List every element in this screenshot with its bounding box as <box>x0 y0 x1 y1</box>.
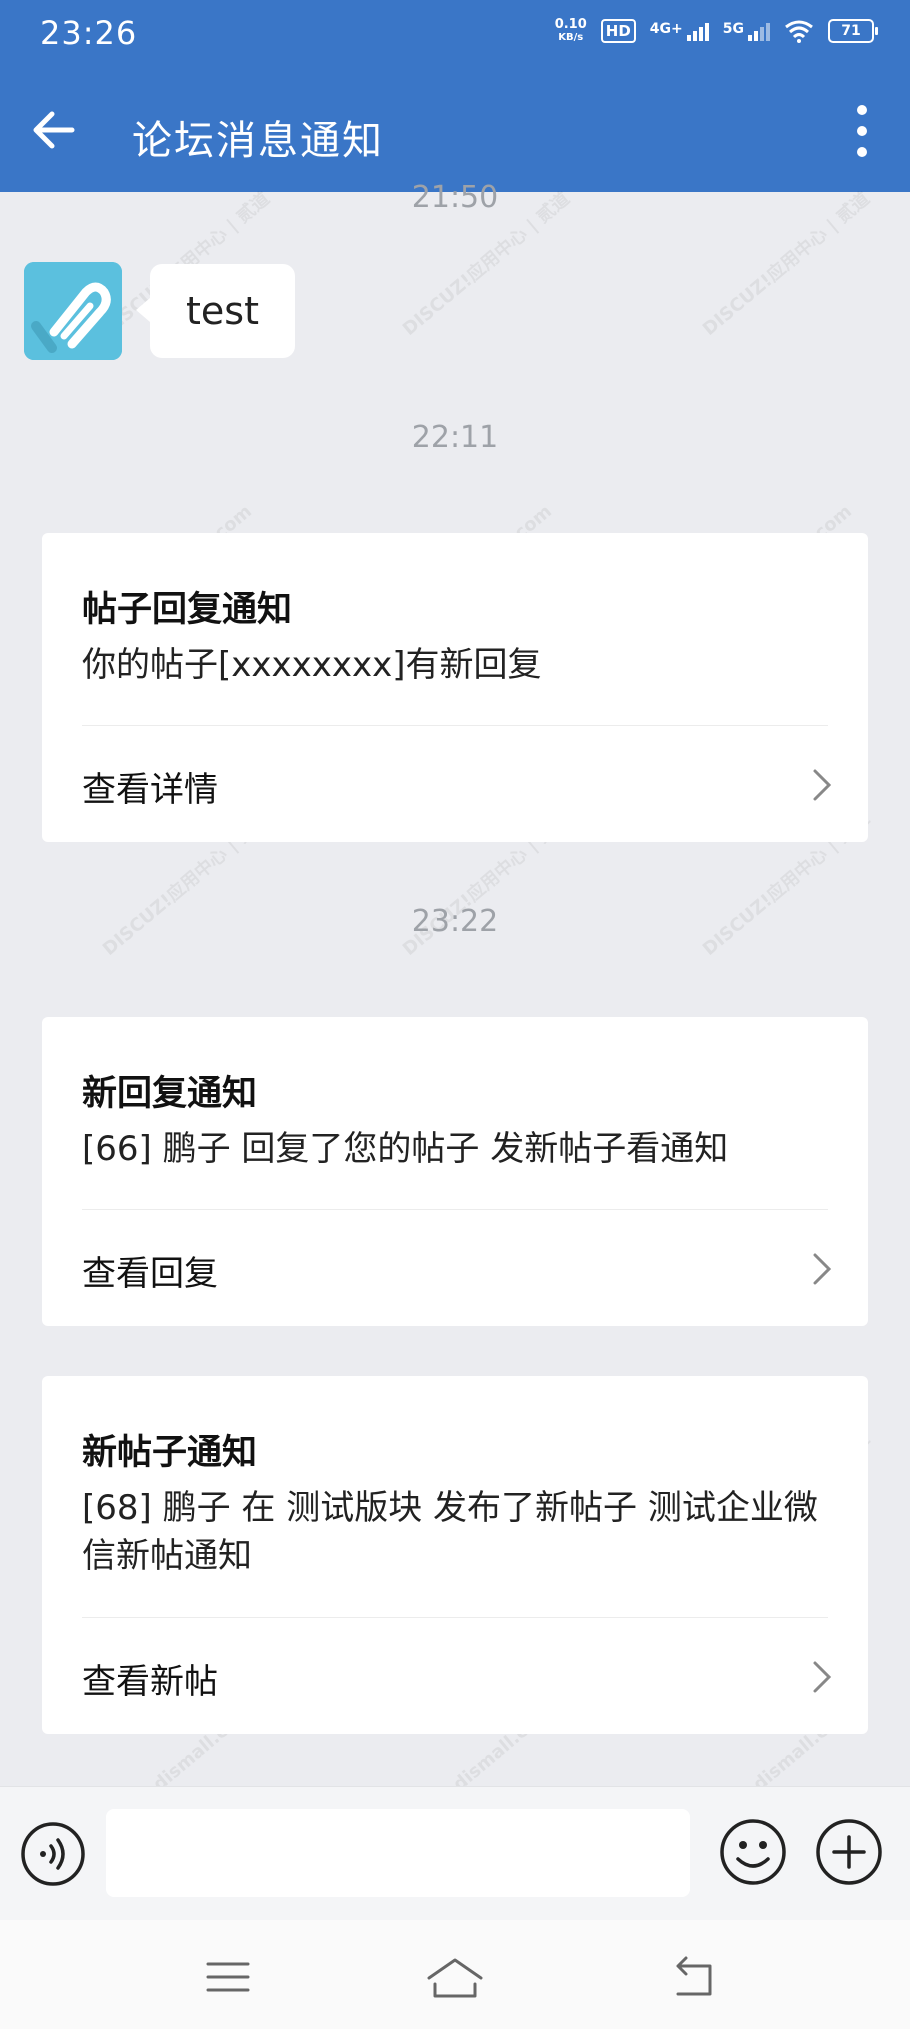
sim2-signal-icon: 5G <box>723 21 770 41</box>
card-link-label: 查看回复 <box>82 1254 218 1294</box>
card-link-label: 查看详情 <box>82 770 218 810</box>
net-speed: 0.10 KB/s <box>554 17 587 43</box>
notification-card: 新回复通知 [66] 鹏子 回复了您的帖子 发新帖子看通知 查看回复 <box>42 1017 868 1326</box>
back-icon[interactable] <box>664 1952 724 2002</box>
view-reply-link[interactable]: 查看回复 <box>42 1210 868 1326</box>
menu-icon[interactable] <box>198 1952 258 2002</box>
timestamp: 22:11 <box>411 420 499 455</box>
timestamp: 23:22 <box>411 904 499 939</box>
card-body: [68] 鹏子 在 测试版块 发布了新帖子 测试企业微信新帖通知 <box>82 1488 818 1576</box>
timestamp: 21:50 <box>411 180 499 215</box>
message-input[interactable] <box>106 1809 690 1897</box>
card-title: 帖子回复通知 <box>82 590 293 630</box>
wifi-icon <box>785 20 813 43</box>
chevron-right-icon <box>813 769 832 801</box>
chevron-right-icon <box>813 1661 832 1693</box>
card-title: 新帖子通知 <box>82 1433 258 1473</box>
emoji-icon[interactable] <box>718 1817 788 1887</box>
voice-icon[interactable] <box>20 1821 86 1887</box>
hd-icon: HD <box>600 19 636 43</box>
page-title: 论坛消息通知 <box>132 118 384 164</box>
home-icon[interactable] <box>425 1952 485 2002</box>
sim1-signal-icon: 4G+ <box>650 21 709 41</box>
message-bubble[interactable]: test <box>136 264 295 358</box>
card-link-label: 查看新帖 <box>82 1662 218 1702</box>
status-icons: 0.10 KB/s HD 4G+ 5G 71 <box>554 17 878 44</box>
paperclip-icon <box>24 262 122 360</box>
back-arrow-icon[interactable] <box>28 104 80 156</box>
card-body: 你的帖子[xxxxxxxx]有新回复 <box>82 645 542 685</box>
chevron-right-icon <box>813 1253 832 1285</box>
view-new-post-link[interactable]: 查看新帖 <box>42 1618 868 1734</box>
status-bar: 23:26 0.10 KB/s HD 4G+ 5G 71 <box>0 0 910 70</box>
input-bar <box>0 1786 910 1921</box>
status-time: 23:26 <box>40 14 138 52</box>
app-bar: 论坛消息通知 <box>0 70 910 192</box>
card-body: [66] 鹏子 回复了您的帖子 发新帖子看通知 <box>82 1129 729 1169</box>
notification-card: 帖子回复通知 你的帖子[xxxxxxxx]有新回复 查看详情 <box>42 533 868 842</box>
system-nav-bar <box>0 1920 910 2029</box>
card-title: 新回复通知 <box>82 1074 258 1114</box>
plus-icon[interactable] <box>814 1817 884 1887</box>
view-details-link[interactable]: 查看详情 <box>42 726 868 842</box>
battery-icon: 71 <box>828 19 878 43</box>
more-vertical-icon[interactable] <box>850 104 874 158</box>
avatar[interactable] <box>24 262 122 360</box>
notification-card: 新帖子通知 [68] 鹏子 在 测试版块 发布了新帖子 测试企业微信新帖通知 查… <box>42 1376 868 1734</box>
